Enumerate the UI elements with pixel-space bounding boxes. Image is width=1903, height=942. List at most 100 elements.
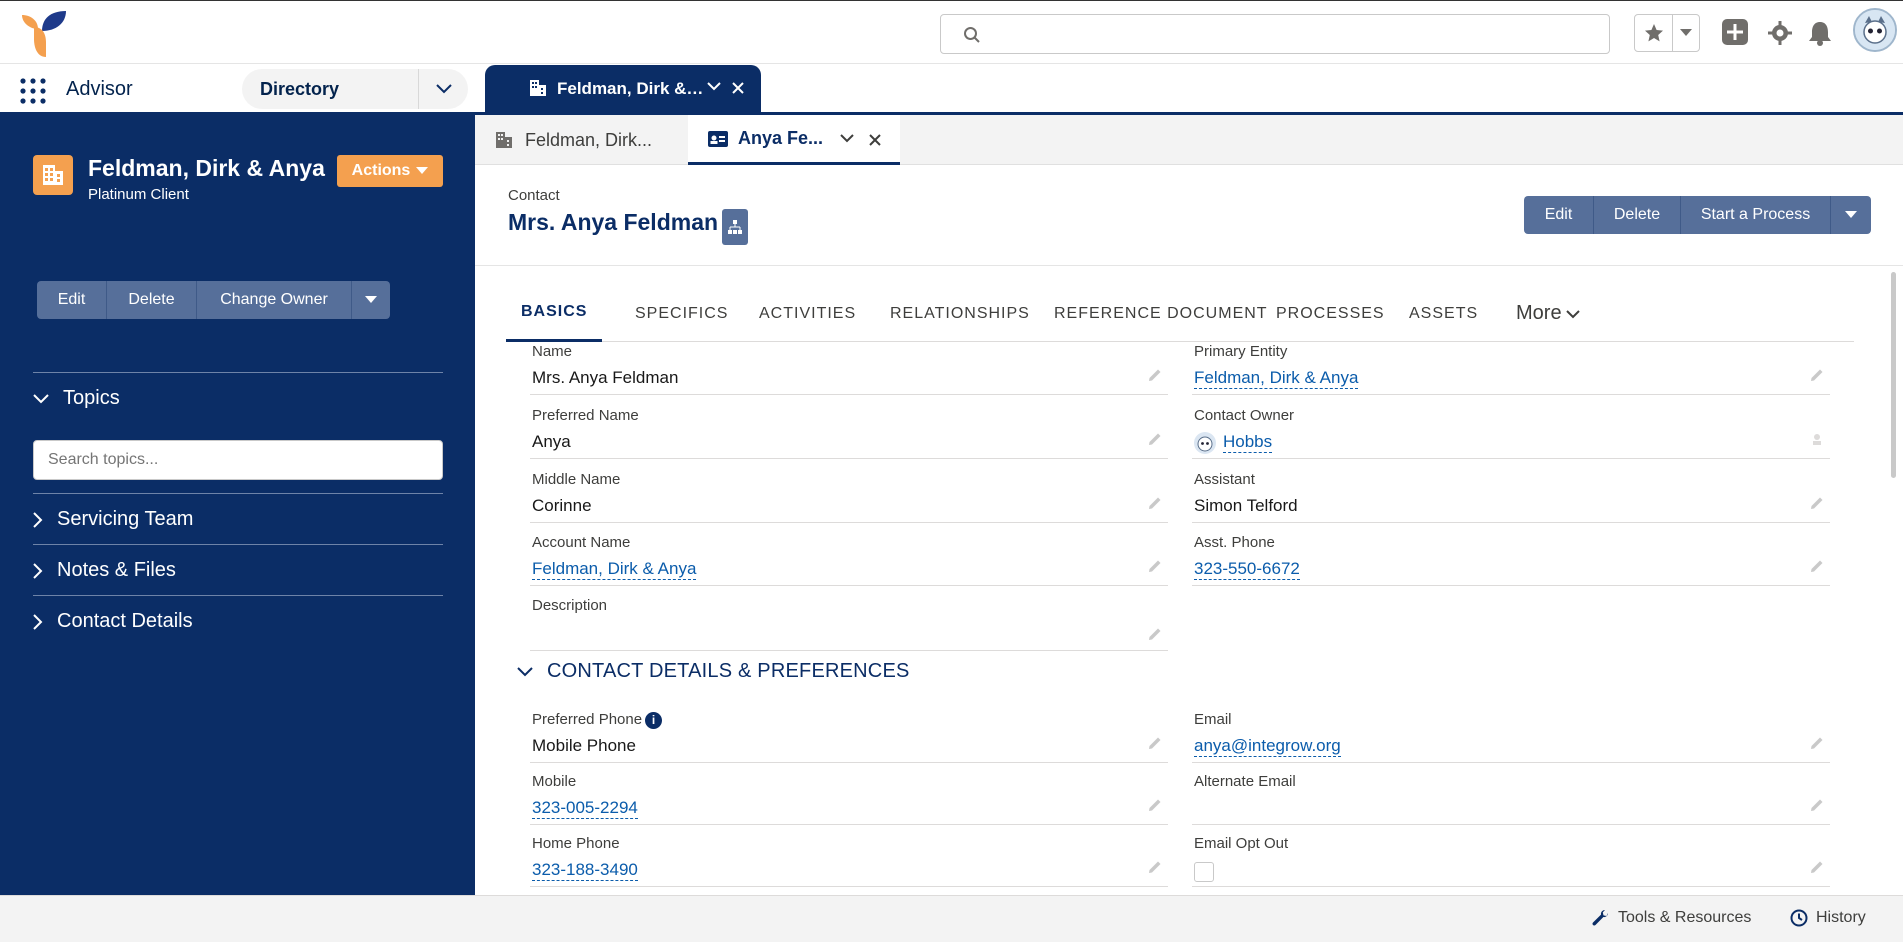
user-avatar[interactable]	[1853, 8, 1897, 52]
tab-assets[interactable]: ASSETS	[1394, 285, 1493, 342]
contact-details-section-toggle[interactable]: Contact Details	[33, 610, 193, 633]
pencil-icon[interactable]	[1148, 432, 1162, 446]
divider	[33, 372, 443, 373]
topics-section-toggle[interactable]: Topics	[33, 387, 120, 410]
global-search-input[interactable]	[941, 15, 1609, 53]
more-actions-button[interactable]	[352, 281, 390, 319]
field-label: Middle Name	[532, 471, 621, 488]
pencil-icon[interactable]	[1148, 736, 1162, 750]
tab-more[interactable]: More	[1508, 285, 1588, 342]
close-icon[interactable]	[868, 133, 882, 147]
hierarchy-icon	[728, 220, 742, 234]
history-button[interactable]: History	[1790, 909, 1866, 927]
edit-button[interactable]: Edit	[37, 281, 107, 319]
subtab-anya[interactable]: Anya Fe...	[688, 115, 900, 165]
pencil-icon[interactable]	[1810, 798, 1824, 812]
tab-more-label: More	[1516, 302, 1562, 324]
servicing-team-section-toggle[interactable]: Servicing Team	[33, 508, 193, 531]
contact-owner-link[interactable]: Hobbs	[1223, 432, 1273, 453]
chevron-down-icon	[33, 393, 49, 404]
edit-button[interactable]: Edit	[1524, 196, 1594, 234]
building-icon	[33, 155, 73, 195]
scrollbar[interactable]	[1891, 272, 1896, 478]
tab-processes[interactable]: PROCESSES	[1261, 285, 1400, 342]
info-icon[interactable]: i	[645, 711, 663, 729]
tab-activities[interactable]: ACTIVITIES	[744, 285, 871, 342]
wrench-icon	[1592, 909, 1610, 927]
divider	[33, 493, 443, 494]
asst-phone-link[interactable]: 323-550-6672	[1194, 559, 1300, 580]
global-search[interactable]	[940, 14, 1610, 54]
more-actions-button[interactable]	[1831, 196, 1871, 234]
tools-resources-button[interactable]: Tools & Resources	[1592, 909, 1751, 927]
tab-basics[interactable]: BASICS	[506, 285, 603, 342]
change-owner-icon[interactable]	[1810, 432, 1824, 446]
primary-entity-link[interactable]: Feldman, Dirk & Anya	[1194, 368, 1359, 389]
field-label: Home Phone	[532, 835, 620, 852]
chevron-down-icon[interactable]	[840, 133, 854, 143]
pencil-icon[interactable]	[1148, 860, 1162, 874]
field-alternate-email: Alternate Email	[1192, 773, 1830, 825]
chevron-down-icon[interactable]	[707, 81, 721, 91]
pencil-icon[interactable]	[1810, 496, 1824, 510]
pencil-icon[interactable]	[1148, 798, 1162, 812]
pencil-icon[interactable]	[1810, 736, 1824, 750]
delete-button[interactable]: Delete	[107, 281, 197, 319]
caret-down-icon	[416, 167, 429, 175]
field-value: Mrs. Anya Feldman	[532, 368, 679, 387]
navigation-menu[interactable]: Directory	[242, 69, 468, 109]
divider	[33, 595, 443, 596]
field-label: Contact Owner	[1194, 407, 1295, 424]
workspace-tab-feldman[interactable]: Feldman, Dirk & A...	[485, 65, 761, 112]
favorites-dropdown-button[interactable]	[1673, 15, 1699, 51]
pencil-icon[interactable]	[1810, 860, 1824, 874]
pencil-icon[interactable]	[1148, 368, 1162, 382]
tab-reference-document[interactable]: REFERENCE DOCUMENT	[1039, 285, 1283, 342]
notes-files-section-toggle[interactable]: Notes & Files	[33, 559, 176, 582]
actions-button[interactable]: Actions	[337, 155, 443, 187]
chevron-down-icon	[1680, 29, 1692, 37]
pencil-icon[interactable]	[1810, 368, 1824, 382]
field-label: Description	[532, 597, 608, 614]
email-opt-out-checkbox[interactable]	[1194, 862, 1214, 882]
subtab-label: Feldman, Dirk...	[525, 129, 653, 150]
sidebar-button-group: Edit Delete Change Owner	[37, 281, 390, 319]
topics-search-input[interactable]	[34, 441, 442, 479]
account-name-link[interactable]: Feldman, Dirk & Anya	[532, 559, 697, 580]
bell-icon[interactable]	[1808, 20, 1832, 46]
mobile-link[interactable]: 323-005-2294	[532, 798, 638, 819]
delete-button[interactable]: Delete	[1594, 196, 1681, 234]
clock-icon	[1790, 909, 1808, 927]
pencil-icon[interactable]	[1148, 627, 1162, 641]
field-email: Email anya@integrow.org	[1192, 711, 1830, 763]
email-link[interactable]: anya@integrow.org	[1194, 736, 1341, 757]
subtab-feldman[interactable]: Feldman, Dirk...	[495, 115, 659, 165]
app-logo[interactable]	[20, 9, 72, 59]
change-owner-button[interactable]: Change Owner	[197, 281, 352, 319]
add-icon[interactable]	[1722, 19, 1748, 45]
contact-details-section-toggle[interactable]: CONTACT DETAILS & PREFERENCES	[517, 660, 910, 683]
hierarchy-button[interactable]	[722, 209, 748, 245]
gear-icon[interactable]	[1768, 21, 1792, 45]
pencil-icon[interactable]	[1810, 559, 1824, 573]
chevron-down-icon	[1565, 309, 1580, 319]
field-label-text: Preferred Phone	[532, 711, 643, 728]
favorites-button[interactable]	[1635, 15, 1673, 51]
pencil-icon[interactable]	[1148, 559, 1162, 573]
tab-specifics[interactable]: SPECIFICS	[620, 285, 743, 342]
start-process-button[interactable]: Start a Process	[1681, 196, 1831, 234]
pencil-icon[interactable]	[1148, 496, 1162, 510]
workspace-tab-label: Feldman, Dirk & A...	[557, 78, 707, 98]
chevron-right-icon	[33, 613, 43, 630]
topics-search[interactable]	[33, 440, 443, 480]
app-launcher-icon[interactable]	[20, 78, 46, 104]
field-middle-name: Middle Name Corinne	[530, 471, 1168, 523]
global-header	[0, 0, 1903, 64]
field-label: Preferred Name	[532, 407, 639, 424]
building-icon	[495, 131, 513, 149]
contact-card-icon	[708, 130, 728, 147]
close-icon[interactable]	[731, 81, 745, 95]
tab-relationships[interactable]: RELATIONSHIPS	[875, 285, 1045, 342]
home-phone-link[interactable]: 323-188-3490	[532, 860, 638, 881]
chevron-down-icon[interactable]	[418, 69, 468, 109]
